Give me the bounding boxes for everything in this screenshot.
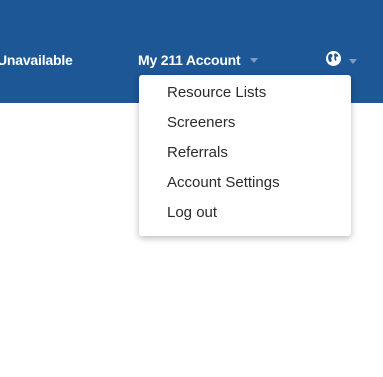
menu-item-screeners[interactable]: Screeners (139, 108, 351, 138)
availability-status-link[interactable]: Unavailable (0, 52, 73, 68)
my-account-menu-toggle[interactable]: My 211 Account (138, 52, 258, 68)
globe-icon (326, 51, 341, 66)
menu-item-resource-lists[interactable]: Resource Lists (139, 78, 351, 108)
chevron-down-icon (249, 57, 258, 63)
menu-item-referrals[interactable]: Referrals (139, 138, 351, 168)
language-selector-button[interactable] (325, 50, 365, 70)
my-account-label: My 211 Account (138, 52, 241, 68)
chevron-down-icon (349, 59, 357, 64)
menu-item-account-settings[interactable]: Account Settings (139, 168, 351, 198)
account-dropdown-menu: Resource Lists Screeners Referrals Accou… (139, 75, 351, 236)
menu-item-log-out[interactable]: Log out (139, 198, 351, 228)
